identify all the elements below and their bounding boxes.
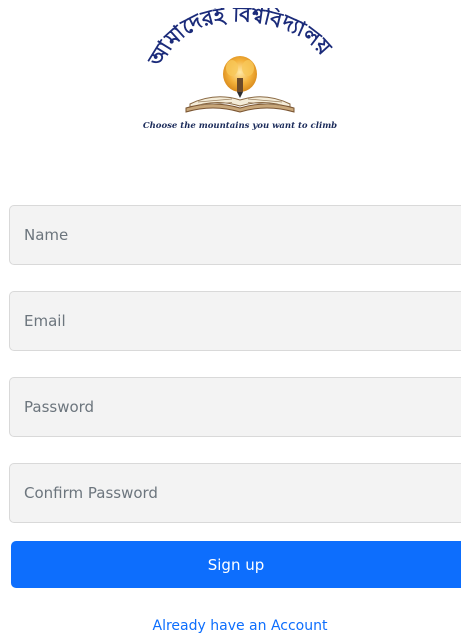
password-input[interactable] <box>9 377 461 437</box>
email-input[interactable] <box>9 291 461 351</box>
logo-tagline: Choose the mountains you want to climb <box>142 121 338 131</box>
name-input[interactable] <box>9 205 461 265</box>
logo-emblem: আমাদেরই বিশ্ববিদ্যালয় <box>143 8 337 113</box>
already-have-account-link[interactable]: Already have an Account <box>0 618 461 634</box>
sign-up-button[interactable]: Sign up <box>11 541 461 588</box>
book-icon <box>185 96 295 113</box>
university-logo: আমাদেরই বিশ্ববিদ্যালয় Choose the mounta… <box>140 8 340 138</box>
confirm-password-input[interactable] <box>9 463 461 523</box>
flame-icon <box>223 56 257 98</box>
